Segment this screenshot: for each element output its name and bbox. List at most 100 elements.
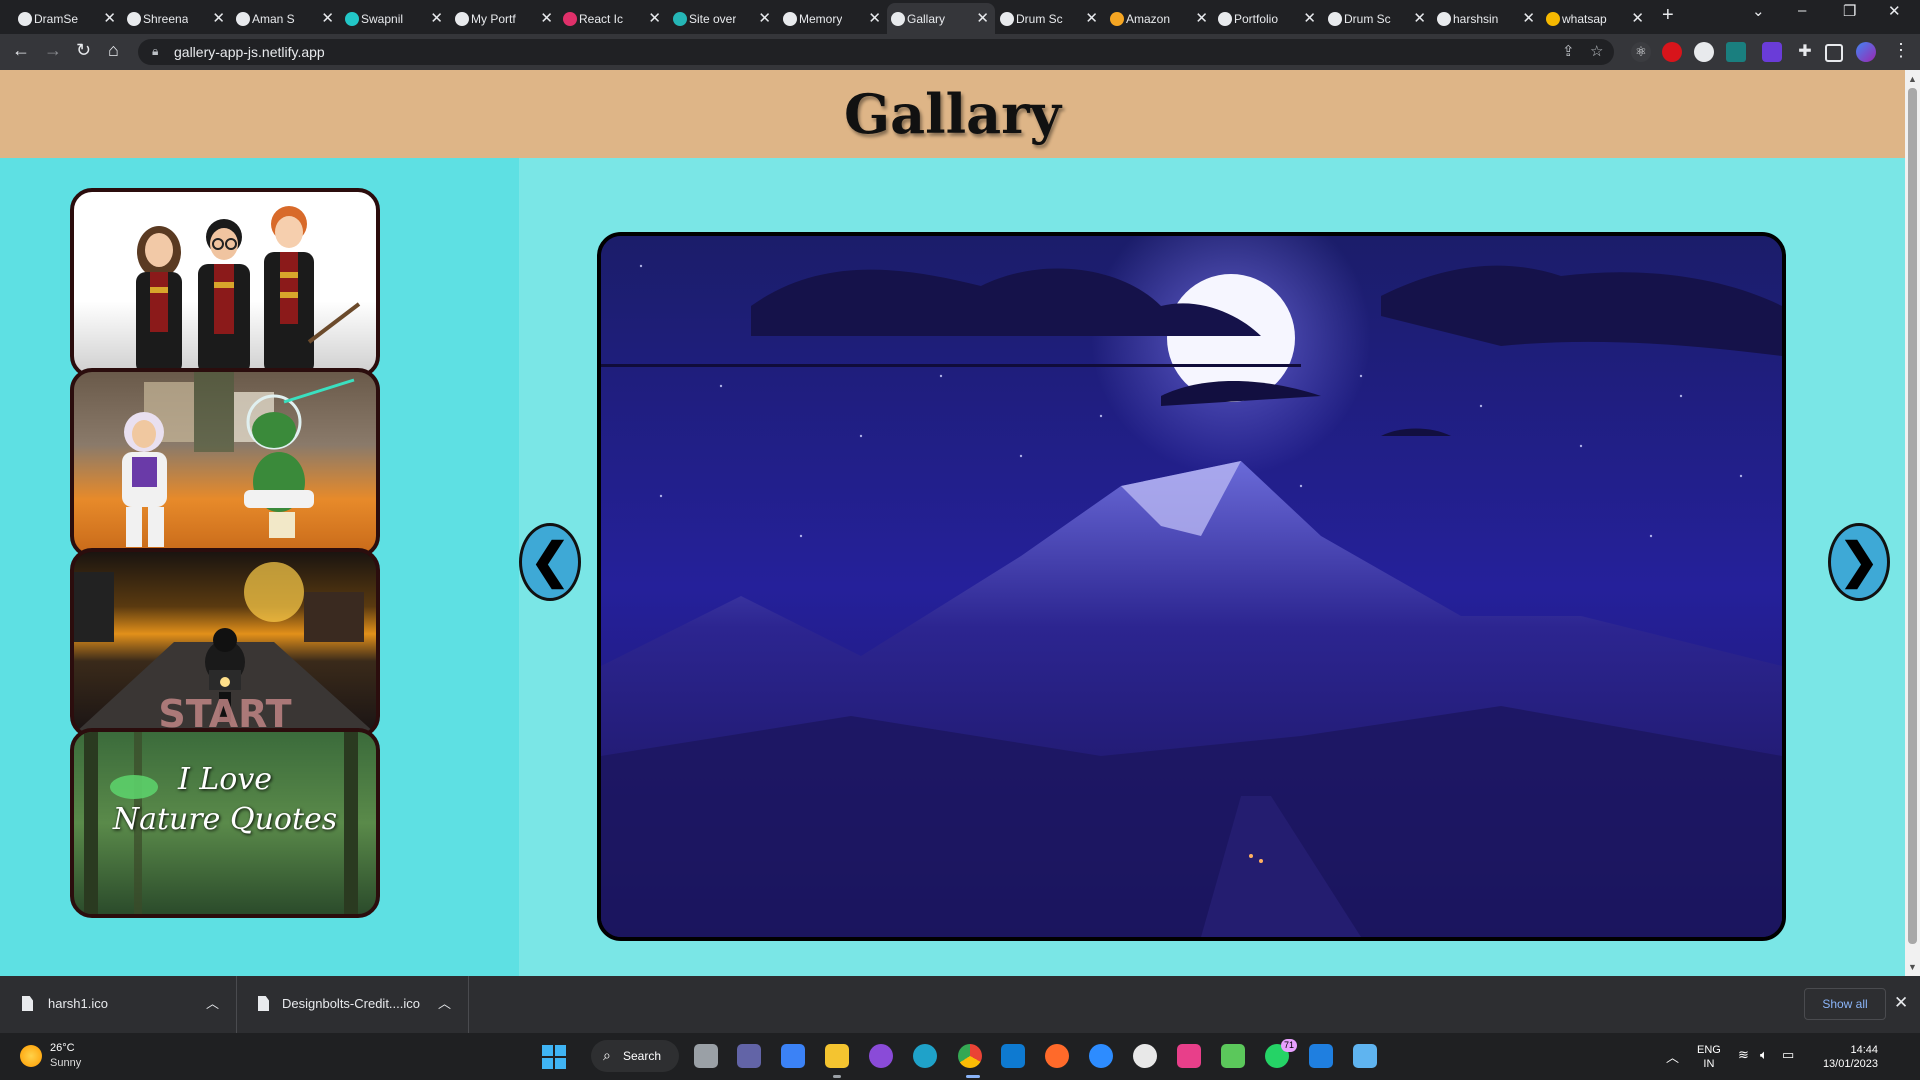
thumbnail-nature-quotes[interactable]: I Love Nature Quotes bbox=[70, 728, 380, 918]
tab-item[interactable]: DramSe ✕ bbox=[14, 3, 122, 34]
scroll-down-arrow-icon[interactable]: ▼ bbox=[1908, 962, 1917, 972]
taskbar-search[interactable]: ⌕ Search bbox=[591, 1040, 679, 1072]
new-tab-button[interactable]: + bbox=[1662, 4, 1674, 27]
tab-close-icon[interactable]: ✕ bbox=[868, 9, 881, 27]
app-green-icon[interactable] bbox=[1221, 1044, 1245, 1068]
tab-favicon-icon bbox=[1000, 12, 1014, 26]
address-bar[interactable]: 🔒︎ gallery-app-js.netlify.app ⇪ ☆ bbox=[138, 39, 1614, 65]
tab-search-icon[interactable]: ⌄ bbox=[1752, 2, 1765, 20]
battery-icon[interactable]: ▭ bbox=[1782, 1047, 1794, 1063]
tab-close-icon[interactable]: ✕ bbox=[758, 9, 771, 27]
tab-label: Swapnil bbox=[361, 11, 404, 26]
weather-condition[interactable]: Sunny bbox=[50, 1057, 81, 1069]
close-window-button[interactable]: ✕ bbox=[1888, 2, 1901, 20]
profile-avatar[interactable] bbox=[1856, 42, 1876, 62]
tab-favicon-icon bbox=[1328, 12, 1342, 26]
react-devtools-extension-icon[interactable]: ⚛ bbox=[1631, 42, 1651, 62]
tab-close-icon[interactable]: ✕ bbox=[103, 9, 116, 27]
tab-item[interactable]: Drum Sc ✕ bbox=[996, 3, 1104, 34]
forward-button[interactable]: → bbox=[44, 40, 62, 61]
adblock-extension-icon[interactable] bbox=[1662, 42, 1682, 62]
github-desktop-icon[interactable] bbox=[869, 1044, 893, 1068]
ms-store-icon[interactable] bbox=[781, 1044, 805, 1068]
tab-item[interactable]: Aman S ✕ bbox=[232, 3, 340, 34]
next-image-button[interactable]: ❯ bbox=[1828, 523, 1890, 601]
chevron-up-icon[interactable]: ︿ bbox=[206, 993, 219, 1012]
bookmark-star-icon[interactable]: ☆ bbox=[1590, 42, 1603, 60]
back-button[interactable]: ← bbox=[12, 40, 30, 61]
notepad-icon[interactable] bbox=[1353, 1044, 1377, 1068]
close-download-bar-icon[interactable]: ✕ bbox=[1894, 993, 1908, 1013]
extensions-puzzle-icon[interactable]: ✚ bbox=[1795, 42, 1815, 62]
url-text[interactable]: gallery-app-js.netlify.app bbox=[174, 44, 325, 60]
wifi-icon[interactable]: ≋ bbox=[1738, 1047, 1749, 1063]
tab-item[interactable]: whatsap ✕ bbox=[1542, 3, 1650, 34]
teams-chat-icon[interactable] bbox=[737, 1044, 761, 1068]
tab-close-icon[interactable]: ✕ bbox=[1303, 9, 1316, 27]
tab-item[interactable]: React Ic ✕ bbox=[559, 3, 667, 34]
page-title: Gallary bbox=[844, 82, 1061, 146]
slack-icon[interactable] bbox=[1133, 1044, 1157, 1068]
tab-item[interactable]: Drum Sc ✕ bbox=[1324, 3, 1432, 34]
tab-close-icon[interactable]: ✕ bbox=[212, 9, 225, 27]
show-all-button[interactable]: Show all bbox=[1804, 988, 1886, 1020]
tab-close-icon[interactable]: ✕ bbox=[1413, 9, 1426, 27]
tab-item[interactable]: Site over ✕ bbox=[669, 3, 777, 34]
tab-close-icon[interactable]: ✕ bbox=[321, 9, 334, 27]
tab-close-icon[interactable]: ✕ bbox=[430, 9, 443, 27]
extension-n-icon[interactable] bbox=[1726, 42, 1746, 62]
page-scrollbar[interactable]: ▲ ▼ bbox=[1905, 70, 1920, 976]
scroll-up-arrow-icon[interactable]: ▲ bbox=[1908, 74, 1917, 84]
thumbnail-toy-story[interactable] bbox=[70, 368, 380, 558]
volume-icon[interactable]: 🔈︎ bbox=[1760, 1047, 1768, 1063]
share-icon[interactable]: ⇪ bbox=[1562, 42, 1575, 60]
extension-purple-icon[interactable] bbox=[1762, 42, 1782, 62]
tab-item[interactable]: Memory ✕ bbox=[779, 3, 887, 34]
scrollbar-thumb[interactable] bbox=[1908, 88, 1917, 944]
tab-close-icon[interactable]: ✕ bbox=[976, 9, 989, 27]
tab-close-icon[interactable]: ✕ bbox=[1631, 9, 1644, 27]
file-explorer-icon[interactable] bbox=[825, 1044, 849, 1068]
defender-shield-icon[interactable] bbox=[1309, 1044, 1333, 1068]
restore-button[interactable]: ❐ bbox=[1843, 2, 1856, 20]
start-button[interactable] bbox=[542, 1045, 566, 1069]
tab-item[interactable]: Amazon ✕ bbox=[1106, 3, 1214, 34]
tab-item[interactable]: Gallary ✕ bbox=[887, 3, 995, 34]
home-button[interactable]: ⌂ bbox=[108, 40, 119, 61]
lock-icon[interactable]: 🔒︎ bbox=[152, 44, 158, 59]
side-panel-icon[interactable] bbox=[1825, 44, 1843, 62]
tab-close-icon[interactable]: ✕ bbox=[1085, 9, 1098, 27]
browser-menu-icon[interactable]: ⋮ bbox=[1892, 40, 1910, 61]
zoom-icon[interactable] bbox=[1089, 1044, 1113, 1068]
jetbrains-icon[interactable] bbox=[1177, 1044, 1201, 1068]
chevron-up-icon[interactable]: ︿ bbox=[438, 993, 451, 1012]
vscode-icon[interactable] bbox=[1001, 1044, 1025, 1068]
download-item[interactable]: Designbolts-Credit....ico ︿ bbox=[236, 976, 469, 1033]
tab-item[interactable]: harshsin ✕ bbox=[1433, 3, 1541, 34]
edge-icon[interactable] bbox=[913, 1044, 937, 1068]
system-clock[interactable]: 14:44 13/01/2023 bbox=[1816, 1043, 1878, 1071]
tab-item[interactable]: Shreena ✕ bbox=[123, 3, 231, 34]
postman-icon[interactable] bbox=[1045, 1044, 1069, 1068]
file-icon bbox=[258, 996, 269, 1011]
extension-b-icon[interactable] bbox=[1694, 42, 1714, 62]
thumbnail-harry-potter[interactable] bbox=[70, 188, 380, 378]
weather-sun-icon[interactable] bbox=[20, 1045, 42, 1067]
reload-button[interactable]: ↻ bbox=[76, 40, 91, 61]
chrome-icon[interactable] bbox=[958, 1044, 982, 1068]
task-view-icon[interactable] bbox=[694, 1044, 718, 1068]
thumbnail-motorbike[interactable]: START bbox=[70, 548, 380, 738]
tab-item[interactable]: Portfolio ✕ bbox=[1214, 3, 1322, 34]
tab-close-icon[interactable]: ✕ bbox=[540, 9, 553, 27]
tab-item[interactable]: My Portf ✕ bbox=[451, 3, 559, 34]
prev-image-button[interactable]: ❮ bbox=[519, 523, 581, 601]
weather-temperature[interactable]: 26°C bbox=[50, 1042, 75, 1054]
tray-chevron-up-icon[interactable]: ︿ bbox=[1666, 1047, 1679, 1066]
tab-close-icon[interactable]: ✕ bbox=[1195, 9, 1208, 27]
tab-item[interactable]: Swapnil ✕ bbox=[341, 3, 449, 34]
tab-close-icon[interactable]: ✕ bbox=[648, 9, 661, 27]
tab-close-icon[interactable]: ✕ bbox=[1522, 9, 1535, 27]
minimize-button[interactable]: – bbox=[1798, 2, 1806, 19]
download-item[interactable]: harsh1.ico ︿ bbox=[0, 976, 237, 1033]
language-indicator[interactable]: ENG IN bbox=[1697, 1043, 1721, 1071]
